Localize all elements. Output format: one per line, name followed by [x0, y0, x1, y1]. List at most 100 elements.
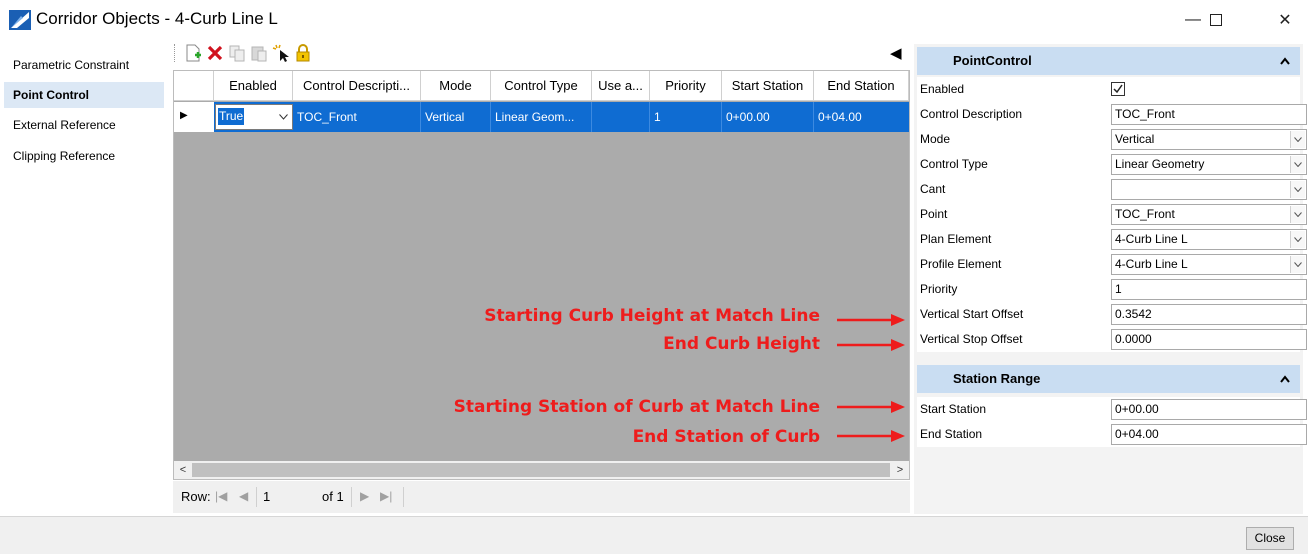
section-header-point-control[interactable]: PointControl: [917, 47, 1300, 75]
last-record-icon[interactable]: ▶|: [380, 489, 392, 503]
enabled-checkbox[interactable]: [1111, 82, 1125, 96]
maximize-button[interactable]: [1193, 0, 1239, 40]
grid-toolbar: ◀: [172, 40, 908, 68]
cant-select[interactable]: [1111, 179, 1307, 200]
mode-value: Vertical: [1115, 132, 1155, 146]
scroll-left-icon[interactable]: <: [174, 461, 192, 479]
point-select[interactable]: TOC_Front: [1111, 204, 1307, 225]
section-title: PointControl: [953, 53, 1032, 68]
prop-priority: Priority 1: [917, 277, 1307, 302]
start-station-field[interactable]: 0+00.00: [1111, 399, 1307, 420]
cell-priority[interactable]: 1: [650, 102, 722, 132]
cell-end-station[interactable]: 0+04.00: [814, 102, 909, 132]
delete-icon[interactable]: [206, 44, 224, 62]
next-record-icon[interactable]: ▶: [360, 489, 369, 503]
close-window-button[interactable]: ✕: [1262, 0, 1308, 40]
prop-enabled: Enabled: [917, 77, 1300, 102]
prop-label: Mode: [920, 132, 951, 146]
priority-field[interactable]: 1: [1111, 279, 1307, 300]
chevron-down-icon[interactable]: [1290, 131, 1305, 148]
cell-control-type[interactable]: Linear Geom...: [491, 102, 592, 132]
column-header-enabled[interactable]: Enabled: [214, 71, 293, 101]
column-header-start-station[interactable]: Start Station: [722, 71, 814, 101]
chevron-down-icon[interactable]: [1290, 231, 1305, 248]
prop-control-type: Control Type Linear Geometry: [917, 152, 1307, 177]
prop-label: Control Description: [920, 107, 1023, 121]
current-row-input[interactable]: 1: [263, 489, 270, 504]
title-bar: Corridor Objects - 4-Curb Line L — ✕: [0, 0, 1308, 40]
scroll-right-icon[interactable]: >: [891, 461, 909, 479]
prop-start-station: Start Station 0+00.00: [917, 397, 1307, 422]
row-header-corner: [174, 71, 214, 101]
column-header-priority[interactable]: Priority: [650, 71, 722, 101]
pager-divider: [351, 487, 352, 507]
nav-item-external-reference[interactable]: External Reference: [4, 112, 164, 138]
point-control-grid: Enabled Control Descripti... Mode Contro…: [173, 70, 910, 480]
copy-icon[interactable]: [228, 44, 246, 62]
control-type-value: Linear Geometry: [1115, 157, 1205, 171]
column-header-mode[interactable]: Mode: [421, 71, 491, 101]
chevron-down-icon[interactable]: [1290, 156, 1305, 173]
app-icon: [9, 10, 31, 30]
collapse-caret-icon[interactable]: [1280, 47, 1290, 75]
prop-label: End Station: [920, 427, 983, 441]
nav-item-parametric-constraint[interactable]: Parametric Constraint: [4, 52, 164, 78]
current-row-indicator-icon: ▶: [180, 110, 188, 121]
prop-label: Control Type: [920, 157, 988, 171]
nav-item-point-control[interactable]: Point Control: [4, 82, 164, 108]
pager-divider: [403, 487, 404, 507]
lock-icon[interactable]: [294, 44, 312, 62]
plan-element-value: 4-Curb Line L: [1115, 232, 1188, 246]
section-header-station-range[interactable]: Station Range: [917, 365, 1300, 393]
paste-icon[interactable]: [250, 44, 268, 62]
chevron-down-icon[interactable]: [1290, 206, 1305, 223]
plan-element-select[interactable]: 4-Curb Line L: [1111, 229, 1307, 250]
control-type-select[interactable]: Linear Geometry: [1111, 154, 1307, 175]
column-header-control-description[interactable]: Control Descripti...: [293, 71, 421, 101]
profile-element-select[interactable]: 4-Curb Line L: [1111, 254, 1307, 275]
prop-end-station: End Station 0+04.00: [917, 422, 1307, 447]
collapse-panel-arrow-icon[interactable]: ◀: [890, 44, 902, 62]
chevron-down-icon[interactable]: [274, 105, 292, 129]
pager-divider: [256, 487, 257, 507]
prop-label: Vertical Stop Offset: [920, 332, 1023, 346]
dialog-footer: Close: [0, 516, 1308, 554]
enabled-combo[interactable]: True: [215, 104, 293, 130]
prop-vertical-start-offset: Vertical Start Offset 0.3542: [917, 302, 1307, 327]
prop-label: Vertical Start Offset: [920, 307, 1024, 321]
cell-mode[interactable]: Vertical: [421, 102, 491, 132]
previous-record-icon[interactable]: ◀: [239, 489, 248, 503]
annotation-start-station: Starting Station of Curb at Match Line: [453, 397, 820, 417]
nav-item-clipping-reference[interactable]: Clipping Reference: [4, 143, 164, 169]
cell-use-a[interactable]: [592, 102, 650, 132]
column-header-control-type[interactable]: Control Type: [491, 71, 592, 101]
maximize-icon: [1210, 14, 1222, 26]
row-selector[interactable]: ▶: [174, 102, 214, 132]
profile-element-value: 4-Curb Line L: [1115, 257, 1188, 271]
vertical-start-offset-field[interactable]: 0.3542: [1111, 304, 1307, 325]
collapse-caret-icon[interactable]: [1280, 365, 1290, 393]
cell-control-description[interactable]: TOC_Front: [293, 102, 421, 132]
select-icon[interactable]: [272, 44, 290, 62]
vertical-stop-offset-field[interactable]: 0.0000: [1111, 329, 1307, 350]
prop-label: Plan Element: [920, 232, 992, 246]
prop-label: Enabled: [920, 82, 965, 96]
first-record-icon[interactable]: |◀: [215, 489, 227, 503]
cell-start-station[interactable]: 0+00.00: [722, 102, 814, 132]
arrow-right-icon: [837, 430, 905, 442]
horizontal-scrollbar[interactable]: < >: [174, 461, 909, 479]
close-button[interactable]: Close: [1246, 527, 1294, 550]
prop-profile-element: Profile Element 4-Curb Line L: [917, 252, 1307, 277]
chevron-down-icon[interactable]: [1290, 181, 1305, 198]
control-description-field[interactable]: TOC_Front: [1111, 104, 1307, 125]
chevron-down-icon[interactable]: [1290, 256, 1305, 273]
column-header-end-station[interactable]: End Station: [814, 71, 909, 101]
new-row-icon[interactable]: [184, 44, 202, 62]
column-header-use-a[interactable]: Use a...: [592, 71, 650, 101]
category-nav: Parametric Constraint Point Control Exte…: [0, 40, 165, 516]
scrollbar-thumb[interactable]: [192, 463, 890, 477]
prop-label: Start Station: [920, 402, 987, 416]
end-station-field[interactable]: 0+04.00: [1111, 424, 1307, 445]
mode-select[interactable]: Vertical: [1111, 129, 1307, 150]
annotation-end-height: End Curb Height: [663, 334, 820, 354]
